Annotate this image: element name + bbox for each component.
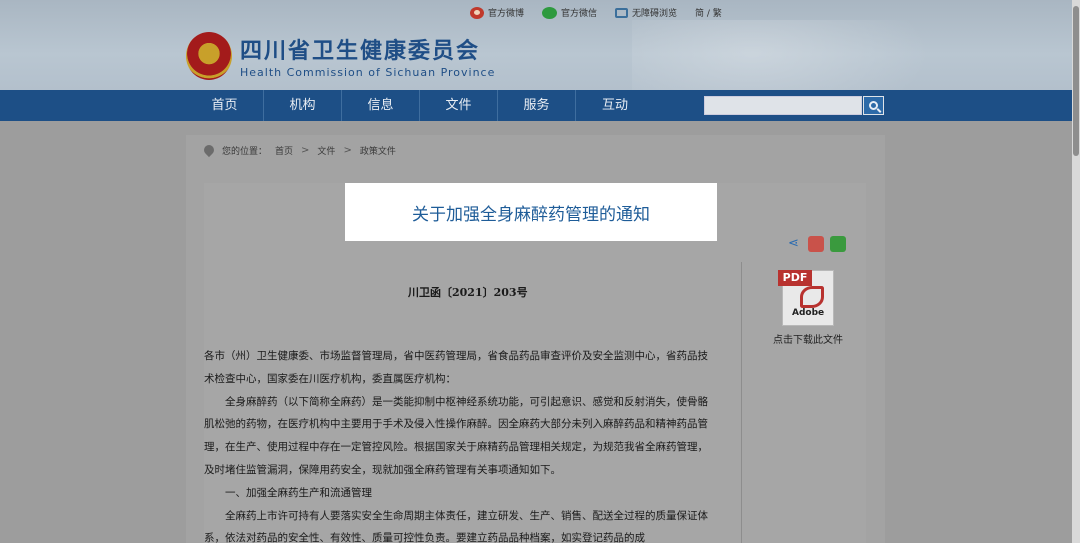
national-emblem-icon <box>186 32 232 80</box>
nav-item-information[interactable]: 信息 <box>342 90 420 121</box>
pdf-download-button[interactable]: PDF Adobe <box>776 268 836 328</box>
site-header: 官方微博 官方微信 无障碍浏览 简 / 繁 四川省卫生健康委员会 Health … <box>0 0 1072 90</box>
wechat-link[interactable]: 官方微信 <box>542 6 597 19</box>
page-scrollbar[interactable] <box>1072 0 1080 543</box>
nav-items: 首页 机构 信息 文件 服务 互动 <box>186 90 654 121</box>
breadcrumb-documents[interactable]: 文件 <box>317 144 335 157</box>
search-icon <box>869 101 878 110</box>
article-paragraph: 全身麻醉药（以下简称全麻药）是一类能抑制中枢神经系统功能，可引起意识、感觉和反射… <box>204 395 708 476</box>
language-switch[interactable]: 简 / 繁 <box>695 6 722 19</box>
main-nav: 首页 机构 信息 文件 服务 互动 <box>0 90 1072 121</box>
breadcrumb-prefix: 您的位置： <box>222 147 268 157</box>
nav-item-interaction[interactable]: 互动 <box>576 90 654 121</box>
weibo-link-label: 官方微博 <box>488 9 525 19</box>
weibo-share-icon[interactable] <box>808 236 824 252</box>
logo-text: 四川省卫生健康委员会 Health Commission of Sichuan … <box>240 33 495 79</box>
share-icon[interactable]: ⋖ <box>788 237 802 251</box>
wechat-link-label: 官方微信 <box>561 9 598 19</box>
article-body: 各市（州）卫生健康委、市场监督管理局，省中医药管理局，省食品药品审查评价及安全监… <box>204 345 714 543</box>
article-paragraph: 全麻药上市许可持有人要落实安全生命周期主体责任，建立研发、生产、销售、配送全过程… <box>204 509 708 543</box>
nav-item-documents[interactable]: 文件 <box>420 90 498 121</box>
search-input[interactable] <box>704 96 862 115</box>
nav-item-home[interactable]: 首页 <box>186 90 264 121</box>
article-title: 关于加强全身麻醉药管理的通知 <box>345 183 717 241</box>
breadcrumb-policy[interactable]: 政策文件 <box>360 144 396 157</box>
weibo-icon <box>470 6 484 19</box>
site-search <box>704 96 884 115</box>
accessibility-link-label: 无障碍浏览 <box>632 9 678 19</box>
breadcrumb-separator: > <box>343 145 352 156</box>
wechat-icon <box>542 6 558 19</box>
top-links: 官方微博 官方微信 无障碍浏览 简 / 繁 <box>470 6 722 19</box>
logo-title-en: Health Commission of Sichuan Province <box>240 66 496 79</box>
breadcrumb-home[interactable]: 首页 <box>275 144 293 157</box>
breadcrumb: 您的位置： 首页 > 文件 > 政策文件 <box>204 144 396 157</box>
site-logo[interactable]: 四川省卫生健康委员会 Health Commission of Sichuan … <box>186 32 495 80</box>
header-banner-art <box>632 20 932 90</box>
logo-title-cn: 四川省卫生健康委员会 <box>240 39 481 64</box>
article-paragraph: 各市（州）卫生健康委、市场监督管理局，省中医药管理局，省食品药品审查评价及安全监… <box>204 350 708 385</box>
nav-item-services[interactable]: 服务 <box>498 90 576 121</box>
weibo-link[interactable]: 官方微博 <box>470 6 524 19</box>
document-number: 川卫函〔2021〕203号 <box>408 286 528 299</box>
breadcrumb-separator: > <box>301 145 310 156</box>
accessibility-link[interactable]: 无障碍浏览 <box>615 6 677 19</box>
scrollbar-thumb[interactable] <box>1073 6 1079 156</box>
location-pin-icon <box>204 145 214 157</box>
share-bar: ⋖ <box>788 236 846 252</box>
sidebar-divider <box>741 262 742 543</box>
pdf-download-label[interactable]: 点击下载此文件 <box>773 331 843 346</box>
nav-item-organization[interactable]: 机构 <box>264 90 342 121</box>
adobe-label: Adobe <box>792 308 825 318</box>
search-button[interactable] <box>863 96 884 115</box>
wechat-share-icon[interactable] <box>830 236 846 252</box>
monitor-icon <box>615 7 629 18</box>
article-section-heading: 一、加强全麻药生产和流通管理 <box>225 486 372 499</box>
pdf-tag: PDF <box>778 270 812 286</box>
adobe-logo-icon <box>800 286 824 308</box>
